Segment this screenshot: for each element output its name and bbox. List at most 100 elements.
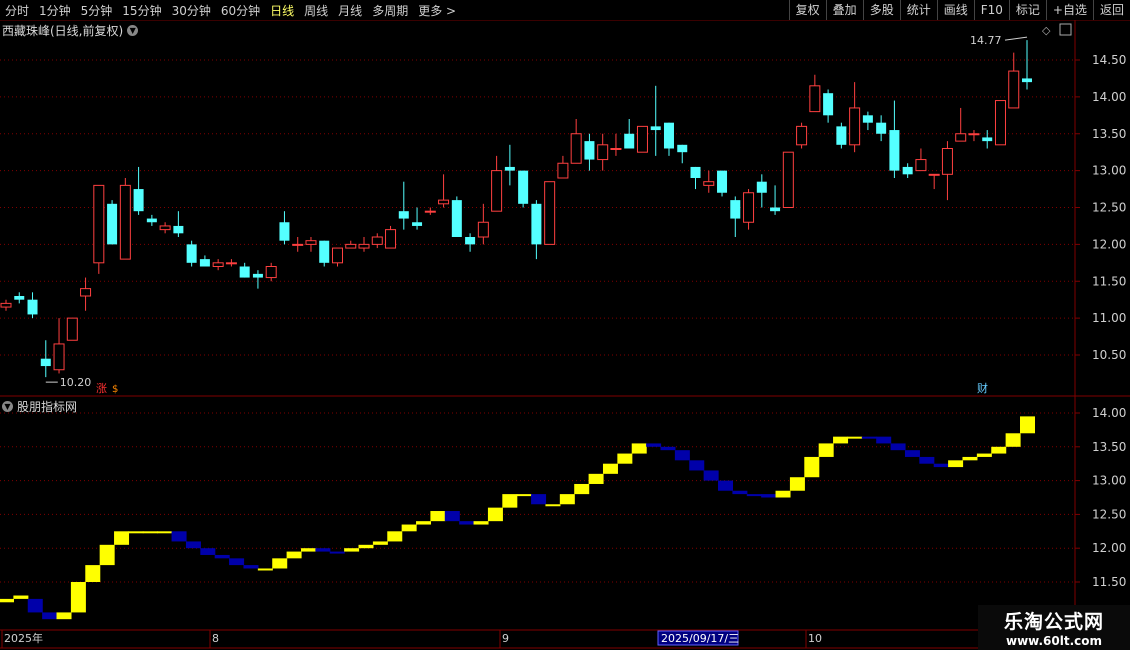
indicator-block <box>890 443 906 451</box>
x-tick-label: 2025年 <box>4 631 43 645</box>
indicator-block <box>416 521 432 525</box>
indicator-block <box>85 565 101 582</box>
indicator-block <box>531 494 547 505</box>
candle-body <box>982 137 993 142</box>
candle-body <box>518 170 529 204</box>
watermark-url: www.60lt.com <box>1005 634 1103 648</box>
indicator-block <box>833 436 849 444</box>
indicator-block <box>243 565 259 569</box>
candle-body <box>93 184 105 264</box>
candle-body <box>40 358 51 367</box>
low-label: 10.20 <box>60 376 92 389</box>
indicator-block <box>257 568 273 571</box>
indicator-block <box>617 453 633 464</box>
candle-body <box>159 225 171 231</box>
indicator-block <box>27 598 43 613</box>
indicator-block <box>948 460 964 468</box>
indicator-block <box>761 494 777 498</box>
candle-body <box>809 85 821 113</box>
candle-body <box>531 203 542 245</box>
indicator-block <box>200 548 216 555</box>
candle-body <box>624 133 635 149</box>
indicator-block <box>574 483 590 495</box>
candle-body <box>331 247 343 264</box>
watermark-title: 乐淘公式网 <box>1003 611 1104 633</box>
x-tick-label: 8 <box>212 632 219 645</box>
indicator-block <box>818 443 834 457</box>
candle-body <box>1008 70 1020 109</box>
indicator-block <box>42 612 58 620</box>
indicator-block <box>300 548 316 552</box>
candle-body <box>597 144 609 161</box>
indicator-block <box>516 494 532 497</box>
candle-body <box>279 222 290 241</box>
candle-body <box>319 240 330 263</box>
indicator-block <box>473 521 489 525</box>
candle-body <box>146 218 157 223</box>
indicator-block <box>229 558 245 566</box>
indicator-block <box>775 490 791 498</box>
candle-body <box>265 266 277 279</box>
candle-body <box>968 133 980 136</box>
candle-body <box>994 100 1006 146</box>
candle-body <box>27 299 38 315</box>
indicator-block <box>444 511 460 522</box>
candle-body <box>239 266 250 278</box>
candle-body <box>292 243 304 246</box>
candle-body <box>690 166 701 178</box>
kline-chart[interactable]: 14.50 14.00 13.50 13.00 12.50 12.00 11.50 11.00… <box>0 0 1130 650</box>
candle-body <box>345 243 357 249</box>
indicator-block <box>674 450 690 461</box>
indicator-block <box>732 490 748 495</box>
candle-body <box>770 207 781 212</box>
candle-body <box>199 259 210 267</box>
x-tick-label: 10 <box>808 632 822 645</box>
indicator-block <box>13 595 29 599</box>
y-tick-label: 10.50 <box>1092 348 1126 362</box>
indicator-block <box>804 456 820 478</box>
candle-body <box>107 203 118 245</box>
indicator-block <box>847 436 863 439</box>
high-arrow <box>1004 36 1028 41</box>
candle-body <box>504 166 515 171</box>
indicator-block <box>933 463 949 468</box>
candle-body <box>451 200 462 237</box>
indicator-block <box>286 551 302 559</box>
candle-body <box>650 126 661 131</box>
candle-body <box>717 170 728 193</box>
event-tag-dot: $ <box>112 384 118 395</box>
candle-body <box>66 317 78 341</box>
candle-body <box>636 125 648 153</box>
candle-body <box>584 141 595 160</box>
indicator-block <box>315 548 331 552</box>
candle-body <box>915 159 927 172</box>
candle-body <box>955 133 967 142</box>
cursor-date-label: 2025/09/17/三 <box>661 632 739 645</box>
indicator-block <box>459 521 475 525</box>
candle-body <box>730 200 741 219</box>
candle-body <box>796 125 808 146</box>
indicator-block <box>344 548 360 552</box>
indicator-block <box>401 524 417 532</box>
indicator-block <box>1005 433 1021 447</box>
candle-body <box>424 210 436 213</box>
panel-toggle-icon <box>1059 23 1072 36</box>
candle-body <box>570 133 582 164</box>
candle-body <box>398 211 409 219</box>
y-tick-label: 12.00 <box>1092 237 1126 251</box>
candle-body <box>557 162 569 179</box>
candle-body <box>80 288 92 297</box>
indicator-block <box>358 544 374 549</box>
indicator-block <box>991 446 1007 454</box>
candle-body <box>212 262 224 267</box>
indicator-block <box>214 554 230 559</box>
indicator-block <box>703 470 719 481</box>
indicator-block <box>70 582 86 613</box>
candle-body <box>173 225 184 234</box>
candle-body <box>225 262 237 265</box>
indicator-block <box>718 480 734 491</box>
candle-body <box>862 115 873 123</box>
indicator-block <box>128 531 144 534</box>
candle-body <box>252 273 263 278</box>
diamond-icon: ◇ <box>1042 24 1051 37</box>
